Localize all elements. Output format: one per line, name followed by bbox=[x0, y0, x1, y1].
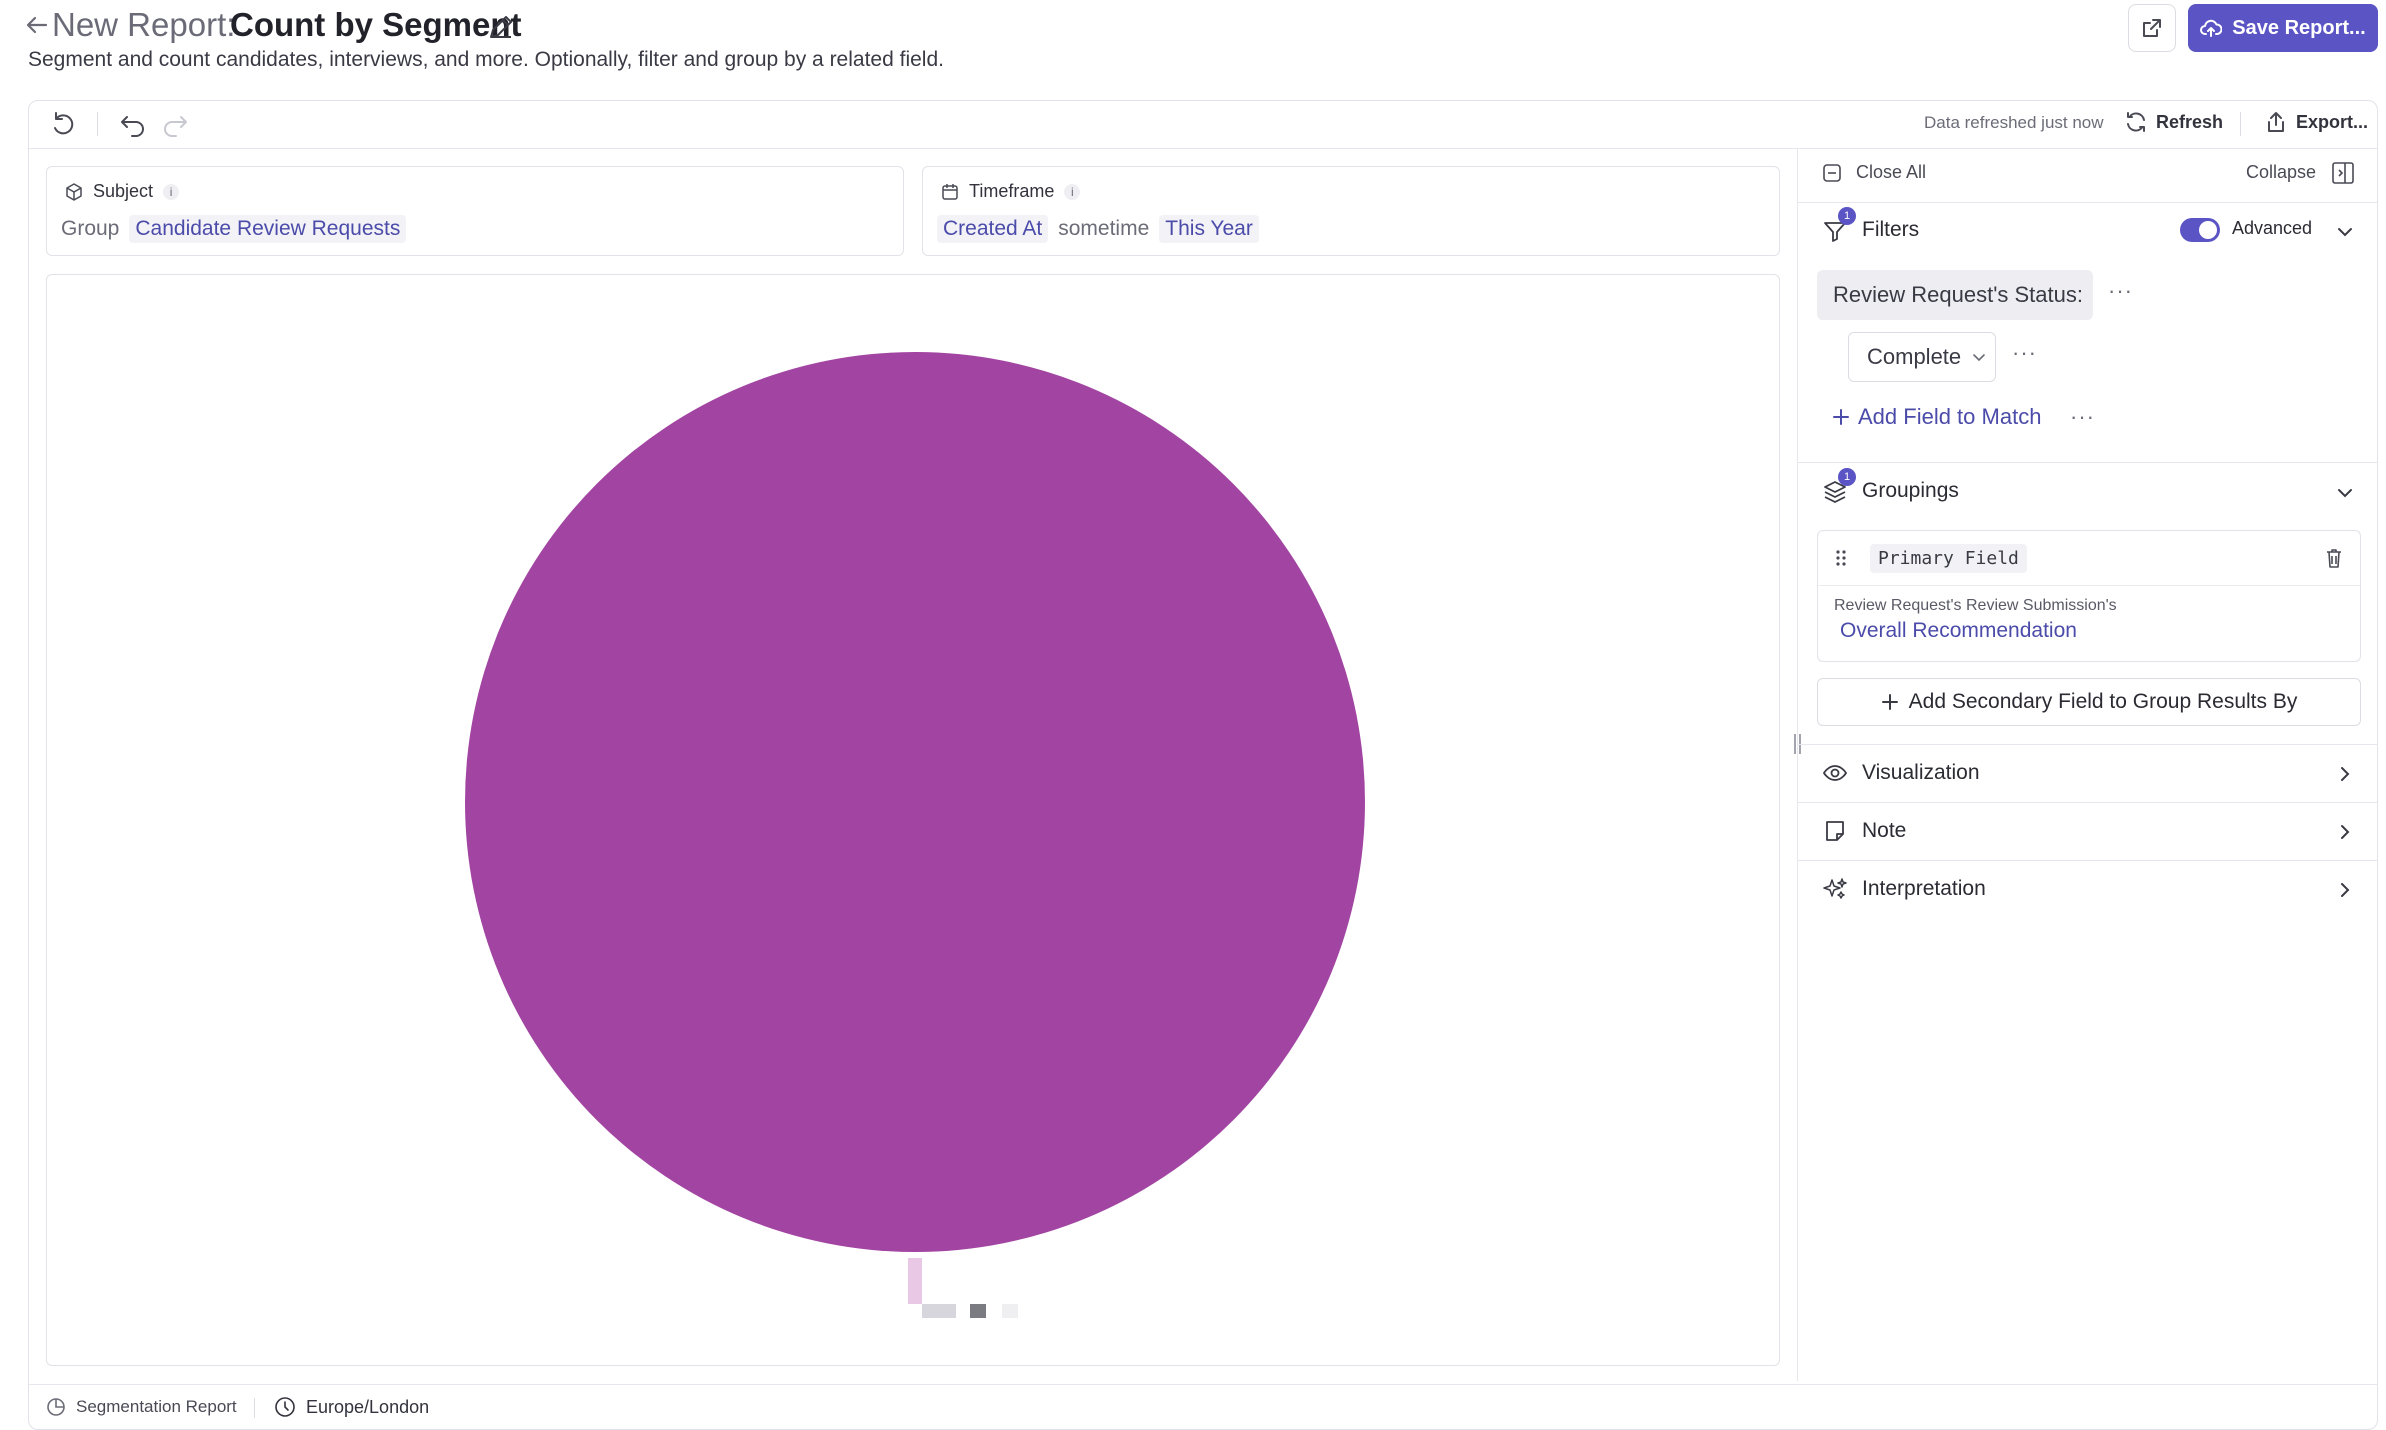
plus-icon bbox=[1881, 693, 1899, 711]
trash-icon[interactable] bbox=[2324, 547, 2344, 569]
clock-icon bbox=[274, 1396, 296, 1418]
timeframe-card[interactable]: Timeframe i Created At sometime This Yea… bbox=[922, 166, 1780, 256]
add-secondary-field-button[interactable]: Add Secondary Field to Group Results By bbox=[1817, 678, 2361, 726]
add-secondary-label: Add Secondary Field to Group Results By bbox=[1908, 690, 2298, 713]
sparkles-icon bbox=[1822, 876, 1848, 902]
filter-value-label: Complete bbox=[1867, 344, 1962, 369]
export-button[interactable]: Export... bbox=[2264, 110, 2368, 134]
save-report-label: Save Report... bbox=[2232, 16, 2366, 39]
groupings-section-title[interactable]: Groupings bbox=[1862, 479, 1959, 503]
pie-label-blur bbox=[922, 1304, 956, 1318]
subject-card[interactable]: Subject i Group Candidate Review Request… bbox=[46, 166, 904, 256]
groupings-count-badge: 1 bbox=[1838, 468, 1856, 486]
close-all-label: Close All bbox=[1856, 162, 1927, 182]
add-field-more-button[interactable]: ··· bbox=[2070, 404, 2095, 430]
add-field-to-match-button[interactable]: Add Field to Match bbox=[1832, 404, 2041, 430]
report-subtitle: Segment and count candidates, interviews… bbox=[28, 48, 944, 71]
pie-label-blur bbox=[970, 1304, 986, 1318]
footer-divider bbox=[29, 1384, 2377, 1385]
refresh-button[interactable]: Refresh bbox=[2124, 110, 2223, 134]
panel-divider bbox=[1798, 744, 2378, 745]
back-arrow-icon[interactable] bbox=[24, 12, 50, 38]
calendar-icon bbox=[941, 183, 959, 201]
refresh-icon bbox=[2124, 110, 2148, 134]
export-label: Export... bbox=[2296, 111, 2369, 132]
pie-chart-icon bbox=[46, 1397, 66, 1417]
report-type-indicator: Segmentation Report bbox=[46, 1397, 237, 1417]
pie-slice[interactable] bbox=[465, 352, 1365, 1252]
sidebar-collapse-icon[interactable] bbox=[2330, 160, 2356, 186]
eye-icon bbox=[1822, 760, 1848, 786]
external-link-icon bbox=[2141, 17, 2163, 39]
chevron-right-icon[interactable] bbox=[2334, 821, 2356, 843]
grouping-path: Review Request's Review Submission's bbox=[1834, 597, 2117, 614]
add-field-label: Add Field to Match bbox=[1858, 404, 2042, 429]
share-export-icon bbox=[2264, 110, 2288, 134]
report-type-label: Segmentation Report bbox=[76, 1397, 237, 1416]
reset-icon[interactable] bbox=[48, 109, 78, 139]
card-divider bbox=[1818, 585, 2360, 586]
edit-pencil-icon[interactable] bbox=[486, 12, 516, 42]
filter-value-more-button[interactable]: ··· bbox=[2012, 340, 2037, 366]
filters-section-title[interactable]: Filters bbox=[1862, 218, 1919, 242]
subject-value[interactable]: Candidate Review Requests bbox=[129, 215, 407, 243]
timeframe-value[interactable]: This Year bbox=[1159, 215, 1259, 243]
subject-label: Subject bbox=[93, 181, 154, 201]
refresh-label: Refresh bbox=[2156, 111, 2224, 132]
close-all-button[interactable]: Close All bbox=[1822, 162, 1926, 183]
primary-field-chip: Primary Field bbox=[1870, 544, 2027, 573]
report-title-prefix: New Report: bbox=[52, 6, 236, 43]
collapse-label[interactable]: Collapse bbox=[2246, 162, 2316, 183]
filter-field-chip[interactable]: Review Request's Status: bbox=[1817, 270, 2093, 320]
chevron-right-icon[interactable] bbox=[2334, 763, 2356, 785]
save-report-button[interactable]: Save Report... bbox=[2188, 4, 2378, 52]
cloud-upload-icon bbox=[2200, 18, 2223, 38]
toolbar-divider bbox=[29, 148, 2377, 149]
timeframe-field[interactable]: Created At bbox=[937, 215, 1049, 243]
chevron-right-icon[interactable] bbox=[2334, 879, 2356, 901]
timeframe-operator[interactable]: sometime bbox=[1058, 217, 1149, 241]
timeframe-label: Timeframe bbox=[969, 181, 1055, 201]
note-section-title[interactable]: Note bbox=[1862, 819, 1906, 843]
timezone-label: Europe/London bbox=[306, 1396, 430, 1417]
open-external-button[interactable] bbox=[2128, 4, 2176, 52]
subject-info-icon[interactable]: i bbox=[163, 183, 180, 200]
redo-icon[interactable] bbox=[160, 109, 190, 139]
panel-divider bbox=[1798, 202, 2378, 203]
toolbar-separator-2 bbox=[2240, 112, 2241, 136]
footer-separator bbox=[254, 1398, 255, 1418]
timezone-selector[interactable]: Europe/London bbox=[274, 1396, 429, 1418]
chevron-down-icon[interactable] bbox=[2334, 221, 2356, 243]
undo-icon[interactable] bbox=[118, 109, 148, 139]
pie-chart[interactable] bbox=[461, 348, 1369, 1256]
primary-field-card[interactable]: Primary Field Review Request's Review Su… bbox=[1817, 530, 2361, 662]
drag-handle-icon[interactable] bbox=[1834, 549, 1848, 567]
filter-field-more-button[interactable]: ··· bbox=[2108, 278, 2133, 304]
filter-value-select[interactable]: Complete bbox=[1848, 332, 1996, 382]
subject-prefix: Group bbox=[61, 217, 120, 240]
collapse-all-icon bbox=[1822, 163, 1842, 183]
pie-label-leader bbox=[908, 1258, 922, 1304]
note-icon bbox=[1822, 818, 1848, 844]
cube-icon bbox=[65, 182, 83, 201]
filters-count-badge: 1 bbox=[1838, 207, 1856, 225]
data-refreshed-status: Data refreshed just now bbox=[1924, 113, 2104, 132]
panel-splitter bbox=[1797, 149, 1798, 1381]
panel-divider bbox=[1798, 802, 2378, 803]
chevron-down-icon bbox=[1971, 349, 1987, 365]
pie-label-blur bbox=[1002, 1304, 1018, 1318]
timeframe-info-icon[interactable]: i bbox=[1064, 183, 1081, 200]
report-title-name[interactable]: Count by Segment bbox=[230, 6, 522, 44]
interpretation-section-title[interactable]: Interpretation bbox=[1862, 877, 1986, 901]
advanced-label: Advanced bbox=[2232, 218, 2313, 238]
advanced-toggle[interactable] bbox=[2180, 218, 2220, 242]
toolbar-separator bbox=[97, 112, 98, 136]
chevron-down-icon[interactable] bbox=[2334, 482, 2356, 504]
grouping-field[interactable]: Overall Recommendation bbox=[1840, 619, 2077, 643]
plus-icon bbox=[1832, 408, 1850, 426]
panel-divider bbox=[1798, 462, 2378, 463]
visualization-section-title[interactable]: Visualization bbox=[1862, 761, 1980, 785]
panel-divider bbox=[1798, 860, 2378, 861]
